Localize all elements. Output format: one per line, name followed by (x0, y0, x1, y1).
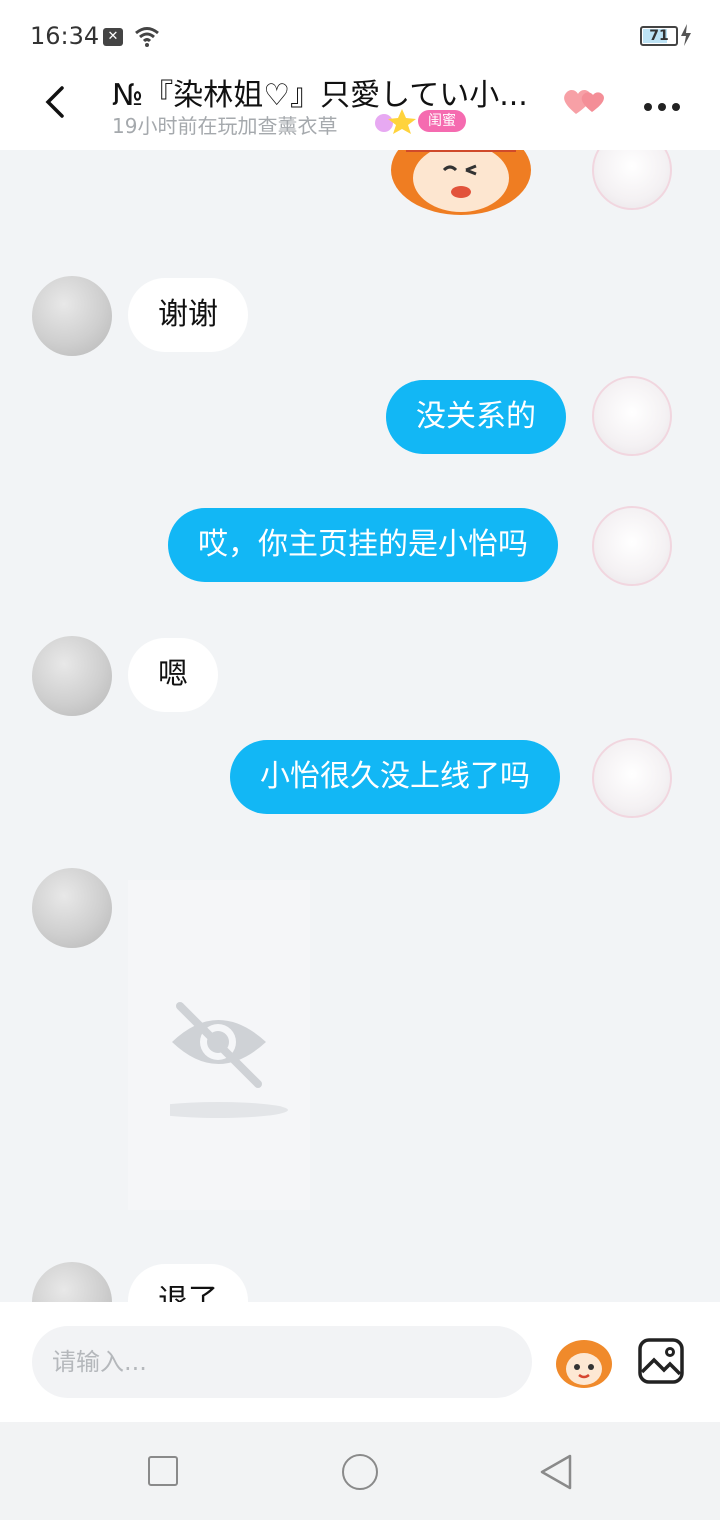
battery-icon: 71 (640, 26, 678, 46)
wifi-icon (135, 27, 159, 47)
chat-header: №『染林姐♡』只愛してい小... 19小时前在玩加查薰衣草 闺蜜 (0, 70, 720, 150)
contact-avatar[interactable] (32, 636, 112, 716)
recent-apps-button[interactable] (148, 1456, 178, 1486)
status-time: 16:34 (30, 22, 100, 50)
my-avatar[interactable] (592, 150, 672, 210)
home-button[interactable] (342, 1454, 378, 1490)
message-bubble-in[interactable]: 谢谢 (128, 278, 248, 352)
message-bubble-out[interactable]: 哎，你主页挂的是小怡吗 (168, 508, 558, 582)
image-picker-icon[interactable] (638, 1338, 684, 1384)
system-back-button[interactable] (538, 1452, 574, 1492)
my-avatar[interactable] (592, 376, 672, 456)
my-avatar[interactable] (592, 738, 672, 818)
contact-avatar[interactable] (32, 1262, 112, 1302)
image-unavailable-eye-icon (170, 1002, 288, 1118)
contact-name[interactable]: №『染林姐♡』只愛してい小... (112, 70, 542, 114)
message-bubble-in[interactable]: 嗯 (128, 638, 218, 712)
message-list[interactable]: 谢谢 没关系的 哎，你主页挂的是小怡吗 嗯 小怡很久没上线了吗 退了 (0, 150, 720, 1302)
notification-x-icon: ✕ (103, 28, 123, 46)
sticker-emoji-icon[interactable] (554, 1338, 614, 1390)
star-badge-icon (375, 109, 416, 134)
my-avatar[interactable] (592, 506, 672, 586)
back-arrow-icon[interactable] (36, 82, 76, 122)
contact-avatar[interactable] (32, 868, 112, 948)
contact-avatar[interactable] (32, 276, 112, 356)
more-options-icon[interactable] (644, 96, 686, 115)
contact-status: 19小时前在玩加查薰衣草 (112, 114, 338, 138)
friendship-hearts-icon[interactable] (560, 84, 610, 118)
input-bar: 请输入... (0, 1302, 720, 1422)
message-input[interactable]: 请输入... (32, 1326, 532, 1398)
message-bubble-in[interactable]: 退了 (128, 1264, 248, 1302)
relation-badge: 闺蜜 (418, 110, 466, 132)
charging-icon (681, 24, 691, 46)
message-bubble-out[interactable]: 没关系的 (386, 380, 566, 454)
sticker-image[interactable] (386, 150, 536, 220)
system-nav-bar (0, 1422, 720, 1520)
status-bar: 16:34 ✕ 71 (0, 0, 720, 70)
message-bubble-out[interactable]: 小怡很久没上线了吗 (230, 740, 560, 814)
battery-level: 71 (649, 28, 669, 44)
